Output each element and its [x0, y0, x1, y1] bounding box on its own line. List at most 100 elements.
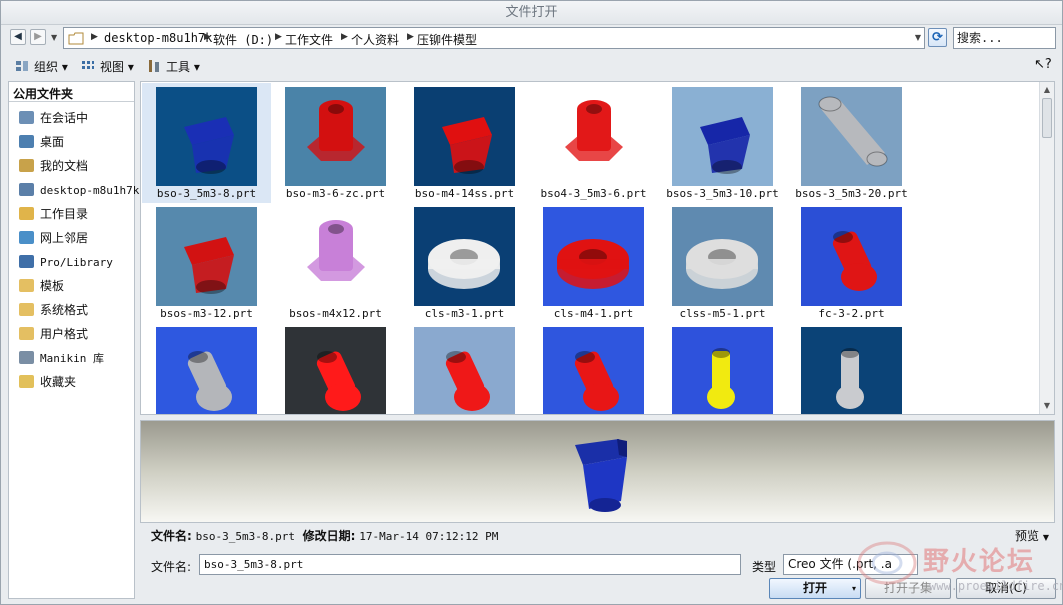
- file-tile[interactable]: [142, 323, 271, 414]
- preview-model: [575, 439, 627, 512]
- file-thumbnail: [801, 327, 902, 414]
- sidebar-item[interactable]: 在会话中: [19, 108, 88, 128]
- help-cursor-icon[interactable]: ↖?: [1034, 57, 1052, 72]
- file-thumbnail: [414, 327, 515, 414]
- sidebar-item[interactable]: 我的文档: [19, 156, 88, 176]
- toolbar: 组织 ▾ 视图 ▾ 工具 ▾ ↖?: [1, 52, 1062, 80]
- breadcrumb-personal[interactable]: 个人资料: [351, 31, 399, 48]
- sidebar-item-label: 用户格式: [40, 327, 89, 341]
- sidebar-item-label: 我的文档: [40, 159, 89, 173]
- file-thumbnail: [156, 87, 257, 186]
- view-icon: [82, 61, 94, 69]
- open-button[interactable]: 打开 ▾: [769, 578, 861, 599]
- search-input[interactable]: 搜索...: [953, 27, 1056, 49]
- organize-menu[interactable]: 组织 ▾: [15, 58, 68, 75]
- back-icon[interactable]: ◀: [10, 29, 26, 45]
- file-thumbnail: [672, 207, 773, 306]
- file-thumbnail: [285, 207, 386, 306]
- file-grid: bso-3_5m3-8.prt bso-m3-6-zc.prt bso-m4-1…: [140, 81, 1055, 415]
- file-name: bso4-3_5m3-6.prt: [540, 187, 647, 200]
- breadcrumb-computer[interactable]: desktop-m8u1h7k: [104, 31, 212, 45]
- file-tile[interactable]: bsos-m4x12.prt: [271, 203, 400, 323]
- file-tile[interactable]: [271, 323, 400, 414]
- file-open-dialog: 文件打开 ◀ ▶ ▼ ▶ desktop-m8u1h7k ▶ 软件 (D:) ▶…: [0, 0, 1063, 605]
- sidebar-item[interactable]: 工作目录: [19, 204, 88, 224]
- open-options-chevron-icon[interactable]: ▾: [852, 579, 856, 598]
- sidebar-item[interactable]: 模板: [19, 276, 64, 296]
- sidebar-item-label: desktop-m8u1h7k: [40, 184, 140, 197]
- sidebar-item[interactable]: 系统格式: [19, 300, 88, 320]
- file-tile[interactable]: bso4-3_5m3-6.prt: [529, 83, 658, 203]
- info-modified-label: 修改日期:: [302, 529, 356, 543]
- sidebar-item[interactable]: 桌面: [19, 132, 64, 152]
- file-tile[interactable]: bsos-3_5m3-10.prt: [658, 83, 787, 203]
- file-tile[interactable]: bsos-3_5m3-20.prt: [787, 83, 916, 203]
- desktop-icon: [19, 135, 34, 148]
- info-filename: bso-3_5m3-8.prt: [195, 530, 295, 543]
- file-tile[interactable]: [658, 323, 787, 414]
- sidebar-item-label: 在会话中: [40, 111, 89, 125]
- open-subset-button[interactable]: 打开子集: [865, 578, 951, 599]
- cancel-button[interactable]: 取消(C): [956, 578, 1056, 599]
- sidebar-item-label: 桌面: [40, 135, 65, 149]
- tools-menu[interactable]: 工具 ▾: [147, 58, 200, 75]
- sidebar-item[interactable]: 用户格式: [19, 324, 88, 344]
- organize-icon: [16, 61, 28, 71]
- info-filename-label: 文件名:: [151, 529, 192, 543]
- file-tile[interactable]: fc-3-2.prt: [787, 203, 916, 323]
- file-thumbnail: [414, 207, 515, 306]
- sidebar-item[interactable]: desktop-m8u1h7k: [19, 180, 139, 200]
- file-thumbnail: [414, 87, 515, 186]
- breadcrumb-work-files[interactable]: 工作文件: [285, 31, 333, 48]
- file-tile[interactable]: cls-m3-1.prt: [400, 203, 529, 323]
- scroll-down-icon[interactable]: ▼: [1042, 400, 1052, 412]
- refresh-icon[interactable]: ⟳: [928, 28, 947, 47]
- file-tile[interactable]: [787, 323, 916, 414]
- filename-input[interactable]: bso-3_5m3-8.prt: [199, 554, 741, 575]
- file-thumbnail: [156, 207, 257, 306]
- sidebar-item-label: 工作目录: [40, 207, 89, 221]
- sidebar-divider: [9, 101, 134, 102]
- file-tile[interactable]: clss-m5-1.prt: [658, 203, 787, 323]
- sidebar-item[interactable]: 收藏夹: [19, 372, 76, 392]
- folder-icon: [19, 303, 34, 316]
- file-tile[interactable]: bsos-m3-12.prt: [142, 203, 271, 323]
- working-folder-icon: [19, 207, 34, 220]
- address-dropdown-icon[interactable]: ▼: [915, 33, 921, 42]
- scroll-up-icon[interactable]: ▲: [1042, 84, 1052, 96]
- view-menu[interactable]: 视图 ▾: [81, 58, 134, 75]
- sidebar-item[interactable]: 网上邻居: [19, 228, 88, 248]
- sidebar-item-label: 网上邻居: [40, 231, 89, 245]
- folder-icon: [19, 279, 34, 292]
- file-tile[interactable]: bso-m4-14ss.prt: [400, 83, 529, 203]
- sidebar: 公用文件夹 在会话中桌面我的文档 desktop-m8u1h7k 工作目录网上邻居 P…: [8, 81, 139, 599]
- file-tile[interactable]: bso-m3-6-zc.prt: [271, 83, 400, 203]
- sidebar-title: 公用文件夹: [13, 87, 74, 101]
- sidebar-item[interactable]: Pro/Library: [19, 252, 113, 272]
- file-name: bso-m4-14ss.prt: [414, 187, 515, 200]
- window-title: 文件打开: [1, 1, 1062, 25]
- scroll-thumb[interactable]: [1042, 98, 1052, 138]
- session-icon: [19, 111, 34, 124]
- breadcrumb-current[interactable]: 压铆件模型: [417, 31, 477, 48]
- file-thumbnail: [543, 207, 644, 306]
- file-tile[interactable]: [400, 323, 529, 414]
- view-label: 视图: [100, 60, 125, 74]
- breadcrumb-drive[interactable]: 软件 (D:): [213, 31, 273, 48]
- sidebar-item[interactable]: Manikin 库: [19, 348, 104, 368]
- file-tile[interactable]: bso-3_5m3-8.prt: [142, 83, 271, 203]
- file-thumbnail: [543, 327, 644, 414]
- preview-toggle[interactable]: 预览 ▼: [1015, 527, 1049, 544]
- address-bar[interactable]: ▶ desktop-m8u1h7k ▶ 软件 (D:) ▶ 工作文件 ▶ 个人资…: [63, 27, 925, 49]
- file-tile[interactable]: [529, 323, 658, 414]
- file-name: cls-m3-1.prt: [424, 307, 505, 320]
- vertical-scrollbar[interactable]: ▲ ▼: [1039, 82, 1054, 414]
- forward-icon[interactable]: ▶: [30, 29, 46, 45]
- tools-icon: [149, 60, 159, 72]
- file-tile[interactable]: cls-m4-1.prt: [529, 203, 658, 323]
- history-chevron-down-icon[interactable]: ▼: [51, 33, 57, 42]
- type-select[interactable]: Creo 文件 (.prt, .a: [783, 554, 918, 575]
- file-name: bsos-3_5m3-20.prt: [795, 187, 908, 200]
- sidebar-item-label: 收藏夹: [40, 375, 77, 389]
- file-info: 文件名: bso-3_5m3-8.prt 修改日期: 17-Mar-14 07:…: [151, 527, 498, 544]
